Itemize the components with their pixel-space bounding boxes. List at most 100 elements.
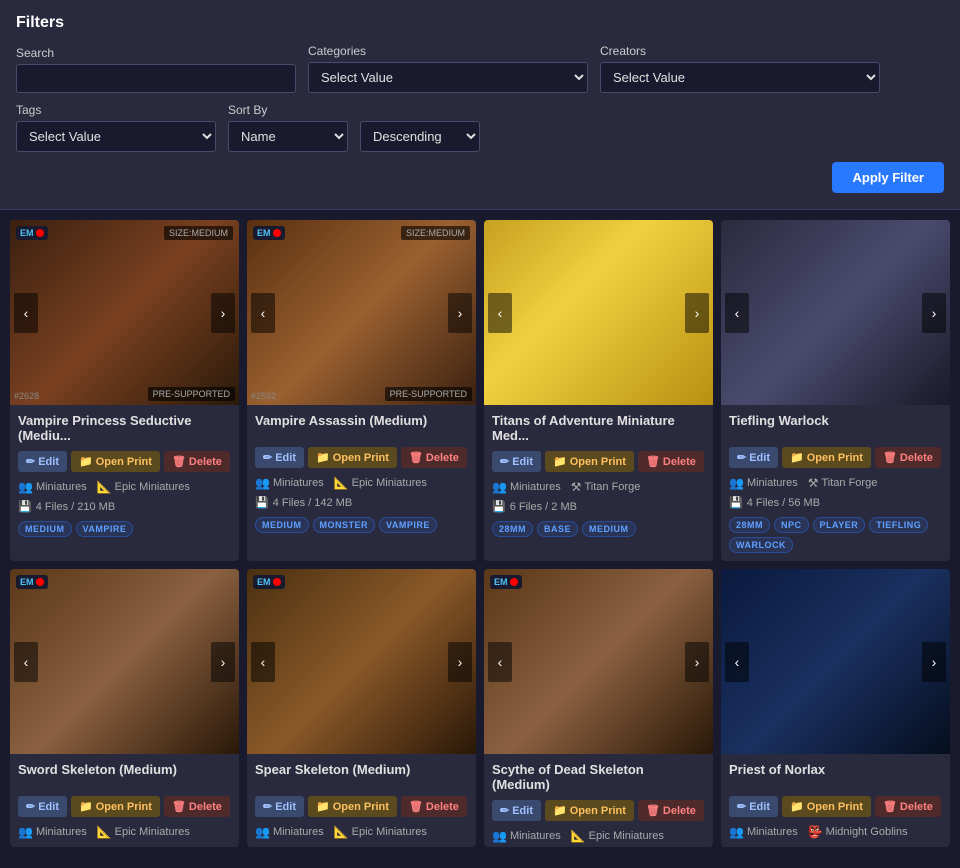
edit-button[interactable]: ✏ Edit: [18, 451, 67, 472]
creator-name: Epic Miniatures: [115, 826, 190, 838]
tag-item: VAMPIRE: [379, 517, 437, 533]
open-print-button[interactable]: 📁 Open Print: [71, 451, 160, 472]
next-button[interactable]: ›: [922, 293, 946, 333]
categories-select[interactable]: Select Value: [308, 62, 588, 93]
tags-select[interactable]: Select Value: [16, 121, 216, 152]
open-print-button[interactable]: 📁 Open Print: [308, 796, 397, 817]
delete-label: Delete: [663, 456, 696, 468]
next-button[interactable]: ›: [685, 642, 709, 682]
tag-item: BASE: [537, 521, 578, 537]
open-print-button[interactable]: 📁 Open Print: [782, 447, 871, 468]
card-image[interactable]: EM SIZE:MEDIUMPRE-SUPPORTED#2628 ‹ ›: [10, 220, 239, 405]
delete-button[interactable]: 🗑 Delete: [401, 447, 467, 468]
prev-button[interactable]: ‹: [14, 293, 38, 333]
delete-button[interactable]: 🗑 Delete: [875, 796, 941, 817]
edit-button[interactable]: ✏ Edit: [729, 796, 778, 817]
edit-icon: ✏: [737, 800, 746, 813]
next-button[interactable]: ›: [448, 642, 472, 682]
search-input[interactable]: [16, 64, 296, 93]
apply-filter-button[interactable]: Apply Filter: [832, 162, 944, 193]
creator-item: ⚒ Titan Forge: [808, 476, 878, 490]
creator-icon: 👥: [18, 480, 33, 494]
edit-button[interactable]: ✏ Edit: [255, 447, 304, 468]
creator-item: 👥 Miniatures: [729, 825, 798, 839]
card-image[interactable]: EM ‹ ›: [484, 569, 713, 754]
creator-item: 👥 Miniatures: [18, 480, 87, 494]
prev-button[interactable]: ‹: [725, 293, 749, 333]
creator-icon: 👥: [492, 829, 507, 843]
sortorder-select[interactable]: Descending Ascending: [360, 121, 480, 152]
tag-item: MEDIUM: [582, 521, 636, 537]
prev-button[interactable]: ‹: [251, 642, 275, 682]
delete-button[interactable]: 🗑 Delete: [164, 796, 230, 817]
prev-button[interactable]: ‹: [488, 642, 512, 682]
card-tiefling-warlock: ‹ › Tiefling Warlock ✏ Edit 📁 Open Print…: [721, 220, 950, 561]
delete-button[interactable]: 🗑 Delete: [638, 451, 704, 472]
delete-button[interactable]: 🗑 Delete: [875, 447, 941, 468]
creator-item: ⚒ Titan Forge: [571, 480, 641, 494]
edit-button[interactable]: ✏ Edit: [18, 796, 67, 817]
card-vampire-assassin: EM SIZE:MEDIUMPRE-SUPPORTED#2592 ‹ › Vam…: [247, 220, 476, 561]
categories-label: Categories: [308, 44, 588, 58]
card-title: Spear Skeleton (Medium): [247, 754, 476, 792]
delete-icon: 🗑: [172, 800, 186, 813]
creator-name: Miniatures: [273, 826, 324, 838]
next-button[interactable]: ›: [685, 293, 709, 333]
delete-icon: 🗑: [646, 804, 660, 817]
card-title: Priest of Norlax: [721, 754, 950, 792]
tag-item: 28MM: [729, 517, 770, 533]
creator-icon: 📐: [97, 480, 112, 494]
creator-icon: ⚒: [808, 476, 819, 490]
next-button[interactable]: ›: [211, 293, 235, 333]
open-print-button[interactable]: 📁 Open Print: [545, 451, 634, 472]
edit-button[interactable]: ✏ Edit: [492, 451, 541, 472]
open-print-button[interactable]: 📁 Open Print: [782, 796, 871, 817]
delete-button[interactable]: 🗑 Delete: [638, 800, 704, 821]
prev-button[interactable]: ‹: [488, 293, 512, 333]
edit-button[interactable]: ✏ Edit: [255, 796, 304, 817]
badge-presupported: PRE-SUPPORTED: [385, 387, 472, 401]
delete-button[interactable]: 🗑 Delete: [401, 796, 467, 817]
edit-button[interactable]: ✏ Edit: [729, 447, 778, 468]
apply-filter-row: Apply Filter: [16, 162, 944, 193]
card-image[interactable]: ‹ ›: [721, 569, 950, 754]
badge-num: #2628: [14, 391, 39, 401]
creators-label: Creators: [600, 44, 880, 58]
card-title: Tiefling Warlock: [721, 405, 950, 443]
next-button[interactable]: ›: [211, 642, 235, 682]
card-image[interactable]: EM ‹ ›: [10, 569, 239, 754]
prev-button[interactable]: ‹: [251, 293, 275, 333]
card-image[interactable]: ‹ ›: [484, 220, 713, 405]
prev-button[interactable]: ‹: [725, 642, 749, 682]
prev-button[interactable]: ‹: [14, 642, 38, 682]
open-print-button[interactable]: 📁 Open Print: [308, 447, 397, 468]
next-button[interactable]: ›: [922, 642, 946, 682]
print-icon: 📁: [79, 800, 93, 813]
open-print-button[interactable]: 📁 Open Print: [545, 800, 634, 821]
card-titans-adventure: ‹ › Titans of Adventure Miniature Med...…: [484, 220, 713, 561]
creator-item: 📐 Epic Miniatures: [334, 825, 427, 839]
badge-num: #2592: [251, 391, 276, 401]
creators-select[interactable]: Select Value: [600, 62, 880, 93]
files-icon: 💾: [492, 500, 506, 513]
sortby-select[interactable]: Name Date Size: [228, 121, 348, 152]
card-actions: ✏ Edit 📁 Open Print 🗑 Delete: [721, 792, 950, 821]
card-image[interactable]: EM ‹ ›: [247, 569, 476, 754]
logo-text: EM: [257, 228, 271, 238]
card-tags: MEDIUMMONSTERVAMPIRE: [247, 513, 476, 541]
open-print-button[interactable]: 📁 Open Print: [71, 796, 160, 817]
card-meta: 👥 Miniatures 👺 Midnight Goblins: [721, 821, 950, 843]
delete-label: Delete: [189, 801, 222, 813]
creator-name: Miniatures: [36, 481, 87, 493]
card-image[interactable]: ‹ ›: [721, 220, 950, 405]
delete-icon: 🗑: [172, 455, 186, 468]
badge-size: SIZE:MEDIUM: [164, 226, 233, 240]
next-button[interactable]: ›: [448, 293, 472, 333]
delete-button[interactable]: 🗑 Delete: [164, 451, 230, 472]
creator-item: 📐 Epic Miniatures: [571, 829, 664, 843]
tag-item: MONSTER: [313, 517, 376, 533]
card-sword-skeleton: EM ‹ › Sword Skeleton (Medium) ✏ Edit 📁 …: [10, 569, 239, 847]
edit-button[interactable]: ✏ Edit: [492, 800, 541, 821]
card-image[interactable]: EM SIZE:MEDIUMPRE-SUPPORTED#2592 ‹ ›: [247, 220, 476, 405]
logo-dot: [273, 578, 281, 586]
